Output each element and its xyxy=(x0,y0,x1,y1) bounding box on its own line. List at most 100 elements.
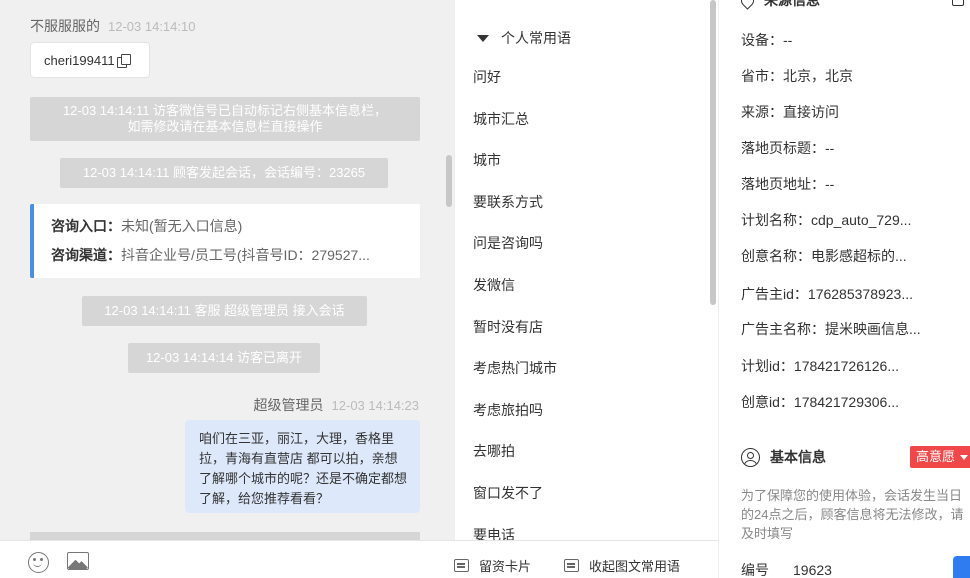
consult-entry-label: 咨询入口： xyxy=(51,218,121,234)
system-message-session-start: 12-03 14:14:11 顾客发起会话，会话编号：23265 xyxy=(60,158,388,188)
field-landing-url: 落地页地址：-- xyxy=(741,174,834,194)
field-value: 178421726126... xyxy=(793,358,900,374)
caret-down-icon xyxy=(960,455,969,460)
expand-icon[interactable] xyxy=(952,0,964,6)
field-value: -- xyxy=(825,176,835,192)
field-label: 创意名称： xyxy=(741,248,811,264)
phrase-item[interactable]: 考虑热门城市 xyxy=(473,348,557,390)
field-value: 电影感超标的... xyxy=(811,248,907,264)
field-device: 设备：-- xyxy=(741,30,792,50)
lead-card-button[interactable]: 留资卡片 xyxy=(454,556,531,575)
collapse-phrases-label: 收起图文常用语 xyxy=(589,559,681,574)
field-label: 计划id： xyxy=(741,358,794,374)
source-info-header: 来源信息 xyxy=(738,0,820,10)
phrase-list: 问好 城市汇总 城市 要联系方式 问是咨询吗 发微信 暂时没有店 考虑热门城市 … xyxy=(473,57,557,540)
triangle-down-icon xyxy=(477,34,489,42)
field-label: 广告主id： xyxy=(741,286,808,302)
phrases-scrollbar[interactable] xyxy=(710,0,716,305)
phrase-item[interactable]: 考虑旅拍吗 xyxy=(473,390,557,432)
phrase-item[interactable]: 问好 xyxy=(473,57,557,99)
phrase-item[interactable]: 城市 xyxy=(473,140,557,182)
basic-info-header: 基本信息 xyxy=(741,447,826,467)
field-label: 落地页标题： xyxy=(741,140,825,156)
intent-level-value: 高意愿 xyxy=(916,449,956,464)
field-value: 北京，北京 xyxy=(783,68,853,84)
consult-channel-value: 抖音企业号/员工号(抖音号ID：279527... xyxy=(121,247,370,263)
floating-action-button[interactable] xyxy=(953,556,970,578)
intent-level-dropdown[interactable]: 高意愿 xyxy=(910,446,970,468)
field-landing-title: 落地页标题：-- xyxy=(741,138,834,158)
system-message-auto-mark: 12-03 14:14:11 访客微信号已自动标记右侧基本信息栏， 如需修改请在… xyxy=(30,97,420,141)
field-value: -- xyxy=(783,32,793,48)
field-creative-id: 创意id：178421729306... xyxy=(741,392,899,412)
lead-card-label: 留资卡片 xyxy=(479,559,532,574)
system-message-line: 如需修改请在基本信息栏直接操作 xyxy=(127,119,323,134)
chat-panel[interactable]: 不服服服的 12-03 14:14:10 cheri199411 12-03 14… xyxy=(0,0,454,540)
basic-info-title: 基本信息 xyxy=(770,449,826,465)
agent-time: 12-03 14:14:23 xyxy=(331,398,419,413)
card-icon xyxy=(454,559,469,572)
field-creative-name: 创意名称：电影感超标的... xyxy=(741,246,907,266)
consult-channel-label: 咨询渠道： xyxy=(51,247,121,263)
field-label: 设备： xyxy=(741,32,783,48)
field-value: 直接访问 xyxy=(783,104,839,120)
image-icon[interactable] xyxy=(67,552,89,570)
phrase-item[interactable]: 要电话 xyxy=(473,515,557,540)
system-message-agent-join: 12-03 14:14:11 客服 超级管理员 接入会话 xyxy=(82,296,367,326)
field-plan-id: 计划id：178421726126... xyxy=(741,356,899,376)
system-message-partial xyxy=(30,532,420,540)
field-serial: 编号 19623 xyxy=(741,560,832,578)
field-value: 提米映画信息... xyxy=(825,321,921,337)
source-info-title: 来源信息 xyxy=(764,0,820,8)
consult-entry-row: 咨询入口：未知(暂无入口信息) xyxy=(51,216,420,245)
visitor-name: 不服服服的 xyxy=(30,18,100,34)
location-icon xyxy=(738,0,757,10)
field-plan-name: 计划名称：cdp_auto_729... xyxy=(741,210,911,230)
document-icon xyxy=(564,559,579,572)
copy-card[interactable]: cheri199411 xyxy=(30,42,150,78)
phrase-item[interactable]: 窗口发不了 xyxy=(473,473,557,515)
consult-info-card: 咨询入口：未知(暂无入口信息) 咨询渠道：抖音企业号/员工号(抖音号ID：279… xyxy=(30,204,420,278)
phrase-item[interactable]: 要联系方式 xyxy=(473,182,557,224)
phrase-toolbar: 留资卡片 收起图文常用语 xyxy=(454,540,718,578)
phrase-item[interactable]: 城市汇总 xyxy=(473,99,557,141)
field-label: 编号 xyxy=(741,562,769,578)
system-message-line: 12-03 14:14:11 访客微信号已自动标记右侧基本信息栏， xyxy=(62,103,388,118)
emoji-icon[interactable] xyxy=(28,552,49,573)
field-advertiser-id: 广告主id：176285378923... xyxy=(741,284,913,304)
consult-channel-row: 咨询渠道：抖音企业号/员工号(抖音号ID：279527... xyxy=(51,245,420,274)
field-region: 省市：北京，北京 xyxy=(741,66,853,86)
field-value: 178421729306... xyxy=(793,394,900,410)
copy-icon[interactable] xyxy=(116,53,131,68)
chat-scrollbar[interactable] xyxy=(446,155,452,207)
phrase-item[interactable]: 发微信 xyxy=(473,265,557,307)
field-value: 19623 xyxy=(793,562,832,578)
collapse-phrases-button[interactable]: 收起图文常用语 xyxy=(564,556,680,575)
customer-info-panel: 来源信息 设备：-- 省市：北京，北京 来源：直接访问 落地页标题：-- 落地页… xyxy=(718,0,970,578)
agent-name: 超级管理员 xyxy=(253,397,324,413)
visitor-time: 12-03 14:14:10 xyxy=(108,19,196,34)
agent-message-bubble: 咱们在三亚，丽江，大理，香格里拉，青海有直营店 都可以拍，亲想了解哪个城市的呢？… xyxy=(185,420,420,513)
phrase-group-title: 个人常用语 xyxy=(501,30,571,46)
user-icon xyxy=(741,447,760,467)
phrase-item[interactable]: 去哪拍 xyxy=(473,431,557,473)
field-label: 计划名称： xyxy=(741,212,811,228)
field-advertiser-name: 广告主名称：提米映画信息... xyxy=(741,319,921,339)
system-message-visitor-left: 12-03 14:14:14 访客已离开 xyxy=(128,343,320,373)
chat-workspace: 不服服服的 12-03 14:14:10 cheri199411 12-03 14… xyxy=(0,0,970,578)
field-source: 来源：直接访问 xyxy=(741,102,839,122)
field-value: -- xyxy=(825,140,835,156)
field-value: cdp_auto_729... xyxy=(811,212,912,228)
phrases-panel: 个人常用语 问好 城市汇总 城市 要联系方式 问是咨询吗 发微信 暂时没有店 考… xyxy=(454,0,718,540)
field-label: 创意id： xyxy=(741,394,794,410)
phrase-item[interactable]: 暂时没有店 xyxy=(473,307,557,349)
agent-header: 超级管理员 12-03 14:14:23 xyxy=(254,395,419,415)
chat-toolbar xyxy=(0,540,454,578)
visitor-header: 不服服服的 12-03 14:14:10 xyxy=(30,16,195,36)
field-label: 广告主名称： xyxy=(741,321,825,337)
field-value: 176285378923... xyxy=(807,286,914,302)
edit-deadline-note: 为了保障您的使用体验，会话发生当日的24点之后，顾客信息将无法修改，请及时填写 xyxy=(741,488,964,541)
consult-entry-value: 未知(暂无入口信息) xyxy=(121,218,243,234)
phrase-item[interactable]: 问是咨询吗 xyxy=(473,223,557,265)
phrase-group-header[interactable]: 个人常用语 xyxy=(475,28,571,48)
